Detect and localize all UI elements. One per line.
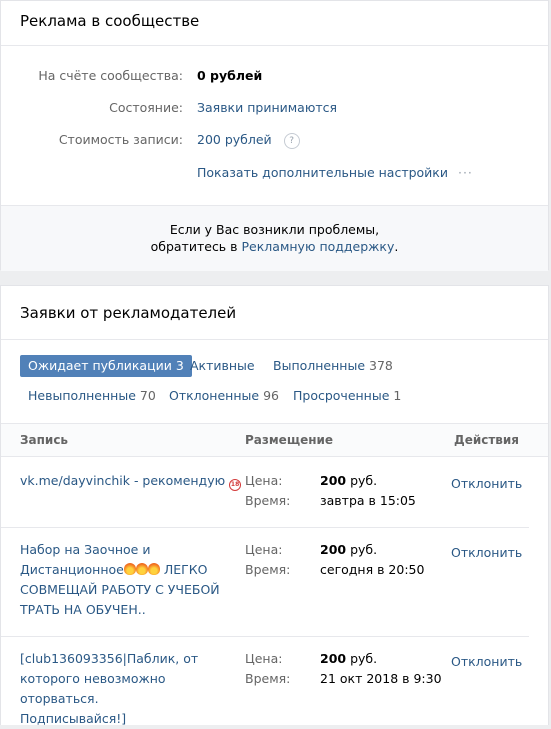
price-label: Цена: <box>245 473 283 488</box>
tab-count: 70 <box>139 388 156 403</box>
price-value: 200 руб. <box>320 471 377 491</box>
time-label: Время: <box>245 493 291 508</box>
post-text[interactable]: [club136093356|Паблик, от которого невоз… <box>20 649 245 729</box>
price-amount: 200 <box>320 651 347 666</box>
ads-title: Реклама в сообществе <box>20 12 200 30</box>
post-line: ТРАТЬ НА ОБУЧЕН.. <box>20 602 146 617</box>
post-text[interactable]: Набор на Заочное и Дистанционное ЛЕГКО С… <box>20 540 235 620</box>
price-label: Цена: <box>245 542 283 557</box>
support-link[interactable]: Рекламную поддержку <box>242 239 395 254</box>
time-value: завтра в 15:05 <box>320 493 416 508</box>
tab-label: Активные <box>190 358 255 373</box>
col-placement: Размещение <box>245 433 334 447</box>
more-settings-link[interactable]: Показать дополнительные настройки <box>197 165 448 180</box>
fire-icon <box>135 563 148 575</box>
table-header: Запись Размещение Действия <box>1 423 548 457</box>
post-line: Набор на Заочное и <box>20 542 151 557</box>
price-amount: 200 <box>320 542 347 557</box>
tab-count: 378 <box>369 358 393 373</box>
help-icon[interactable]: ? <box>283 132 300 149</box>
price-amount: 200 <box>320 473 347 488</box>
more-dots-icon[interactable]: ··· <box>458 165 473 180</box>
tab-label: Просроченные <box>293 388 390 403</box>
price-value: 200 руб. <box>320 649 377 669</box>
tab-completed[interactable]: Выполненные 378 <box>265 355 401 377</box>
post-text[interactable]: vk.me/dayvinchik - рекомендую 18 <box>20 471 250 491</box>
tab-count: 96 <box>263 388 279 403</box>
status-label: Состояние: <box>109 100 183 115</box>
more-settings-wrap: Показать дополнительные настройки ··· <box>197 163 473 183</box>
requests-title: Заявки от рекламодателей <box>20 304 237 322</box>
time-value: сегодня в 20:50 <box>320 562 425 577</box>
time-value: 21 окт 2018 в 9:30 <box>320 671 442 686</box>
reject-button[interactable]: Отклонить <box>451 474 522 494</box>
ads-header: Реклама в сообществе <box>1 1 548 46</box>
requests-header: Заявки от рекламодателей <box>1 286 548 340</box>
status-row: Состояние: Заявки принимаются <box>1 98 548 118</box>
status-value[interactable]: Заявки принимаются <box>197 98 337 118</box>
fire-icon <box>123 563 136 575</box>
price-currency: руб. <box>350 651 378 666</box>
balance-label: На счёте сообщества: <box>38 68 183 83</box>
balance-value: 0 рублей <box>197 68 263 83</box>
support-suffix: . <box>394 239 399 254</box>
support-block: Если у Вас возникли проблемы, обратитесь… <box>1 205 548 271</box>
tab-failed[interactable]: Невыполненные 70 <box>20 385 164 407</box>
table-row: Набор на Заочное и Дистанционное ЛЕГКО С… <box>1 527 529 637</box>
fire-icon <box>147 563 160 575</box>
price-currency: руб. <box>350 542 378 557</box>
price-value[interactable]: 200 рублей <box>197 132 272 147</box>
col-actions: Действия <box>454 433 520 447</box>
col-post: Запись <box>20 433 69 447</box>
balance-row: На счёте сообщества: 0 рублей <box>1 66 548 86</box>
tab-expired[interactable]: Просроченные 1 <box>285 385 409 407</box>
post-line: [club136093356|Паблик, от <box>20 651 199 666</box>
table-row: vk.me/dayvinchik - рекомендую 18 Цена: В… <box>1 456 529 528</box>
price-currency: руб. <box>350 473 378 488</box>
tab-pending[interactable]: Ожидает публикации 3 <box>20 355 192 377</box>
post-line-part: ЛЕГКО <box>159 562 208 577</box>
tab-label: Ожидает публикации <box>28 358 172 373</box>
tab-label: Невыполненные <box>28 388 136 403</box>
support-line1: Если у Вас возникли проблемы, <box>169 222 380 237</box>
price-label: Цена: <box>245 651 283 666</box>
tab-label: Выполненные <box>273 358 366 373</box>
time-label: Время: <box>245 562 291 577</box>
time-label: Время: <box>245 671 291 686</box>
ads-settings-card: Реклама в сообществе На счёте сообщества… <box>0 0 549 271</box>
tab-rejected[interactable]: Отклоненные 96 <box>161 385 287 407</box>
tab-count: 1 <box>393 388 402 403</box>
post-line: СОВМЕЩАЙ РАБОТУ С УЧЕБОЙ <box>20 582 220 597</box>
price-value: 200 руб. <box>320 540 377 560</box>
table-row: [club136093356|Паблик, от которого невоз… <box>1 636 529 726</box>
more-settings-row: Показать дополнительные настройки ··· <box>1 163 548 183</box>
post-link[interactable]: vk.me/dayvinchik - рекомендую <box>20 473 225 488</box>
reject-button[interactable]: Отклонить <box>451 652 522 672</box>
price-value-wrap: 200 рублей? <box>197 130 300 150</box>
post-line: Подписывайся!] <box>20 711 127 726</box>
tab-active[interactable]: Активные <box>182 355 263 377</box>
post-line-part: Дистанционное <box>20 562 124 577</box>
post-line: Дистанционное ЛЕГКО <box>20 560 235 580</box>
reject-button[interactable]: Отклонить <box>451 543 522 563</box>
support-prefix: обратитесь в <box>150 239 238 254</box>
price-label: Стоимость записи: <box>58 132 183 147</box>
age-18-icon: 18 <box>229 479 242 491</box>
support-line2: обратитесь в Рекламную поддержку. <box>1 239 548 254</box>
requests-card: Заявки от рекламодателей Ожидает публика… <box>0 285 549 726</box>
post-line: которого невозможно оторваться. <box>20 671 166 706</box>
tab-label: Отклоненные <box>169 388 260 403</box>
price-row: Стоимость записи: 200 рублей? <box>1 130 548 150</box>
